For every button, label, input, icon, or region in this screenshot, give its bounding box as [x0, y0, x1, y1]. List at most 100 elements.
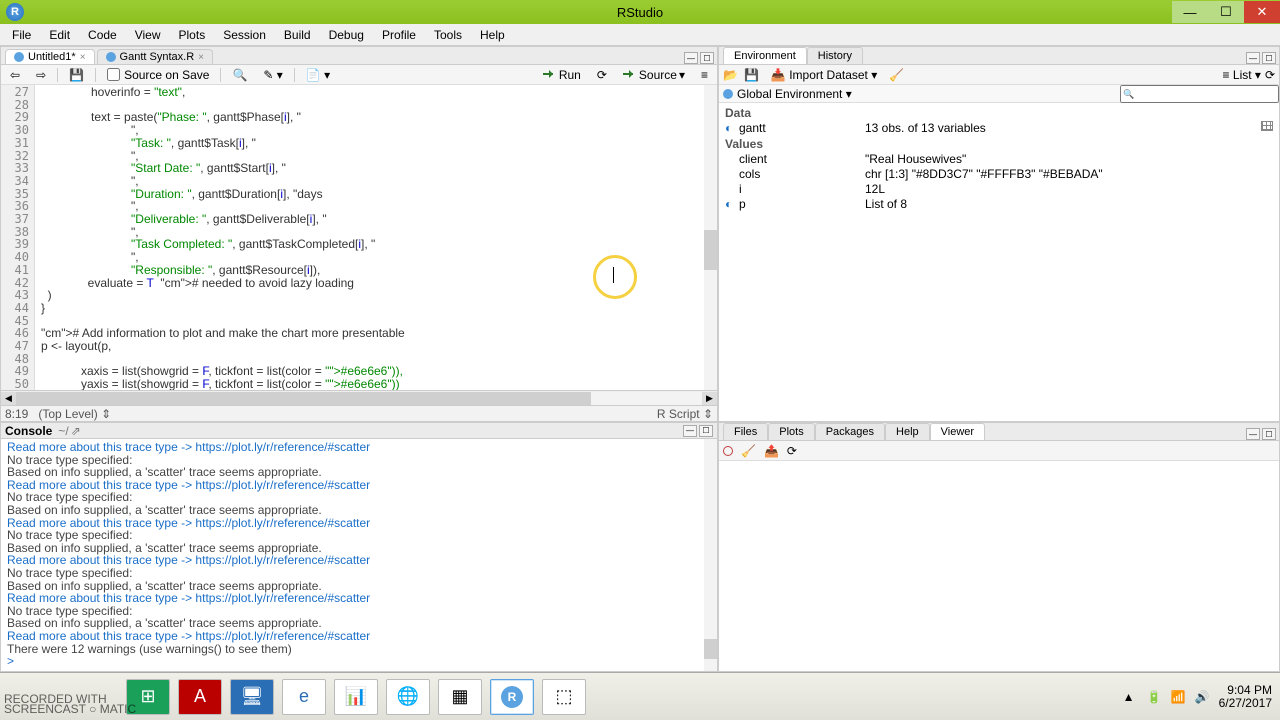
load-workspace-button[interactable]: 📂	[723, 68, 738, 82]
grid-icon[interactable]	[1261, 121, 1273, 131]
menu-view[interactable]: View	[127, 26, 169, 44]
taskbar-app-9[interactable]: ⬚	[542, 679, 586, 715]
find-button[interactable]: 🔍	[227, 66, 252, 84]
pane-maximize-button[interactable]: ☐	[1262, 52, 1276, 64]
menu-code[interactable]: Code	[80, 26, 125, 44]
refresh-viewer-button[interactable]: ⟳	[787, 444, 797, 458]
export-viewer-button[interactable]: 📤	[764, 444, 779, 458]
editor-vscrollbar[interactable]	[704, 85, 717, 390]
hscroll-left-button[interactable]: ◀	[1, 392, 16, 405]
pane-minimize-button[interactable]: —	[1246, 428, 1260, 440]
env-row[interactable]: ◐pList of 8	[721, 197, 1277, 212]
close-icon[interactable]: ×	[198, 52, 204, 63]
taskbar-app-3[interactable]: 🖥	[230, 679, 274, 715]
clear-viewer-button[interactable]: 🧹	[741, 444, 756, 458]
code-tools-button[interactable]: ✎ ▾	[258, 66, 287, 84]
menu-plots[interactable]: Plots	[171, 26, 214, 44]
nav-back-button[interactable]: ⇦	[5, 66, 25, 84]
console-path-popout[interactable]: ⇗	[71, 424, 81, 438]
file-type-indicator[interactable]: R Script ⇕	[657, 407, 713, 421]
rerun-button[interactable]: ⟳	[592, 66, 612, 84]
run-arrow-icon	[543, 70, 557, 80]
run-button[interactable]: Run	[538, 66, 586, 84]
menu-file[interactable]: File	[4, 26, 39, 44]
taskbar-ie-icon[interactable]: e	[282, 679, 326, 715]
editor-statusbar: 8:19 (Top Level) ⇕ R Script ⇕	[1, 405, 717, 421]
code-body[interactable]: hoverinfo = "text", text = paste("Phase:…	[35, 85, 717, 390]
window-minimize-button[interactable]: —	[1172, 1, 1208, 23]
view-mode-toggle[interactable]: ≡ List ▾	[1223, 68, 1261, 82]
outline-button[interactable]: ≡	[696, 66, 713, 84]
viewer-tab-plots[interactable]: Plots	[768, 423, 814, 440]
recording-watermark: RECORDED WITH SCREENCAST ○ MATIC	[4, 694, 136, 714]
scope-indicator[interactable]: (Top Level) ⇕	[38, 407, 111, 421]
editor-hscrollbar[interactable]: ◀ ▶	[1, 390, 717, 405]
pane-maximize-button[interactable]: ☐	[699, 425, 713, 437]
env-search-input[interactable]	[1120, 85, 1279, 103]
taskbar-app-5[interactable]: 📊	[334, 679, 378, 715]
menu-edit[interactable]: Edit	[41, 26, 78, 44]
nav-forward-button[interactable]: ⇨	[31, 66, 51, 84]
env-row[interactable]: client"Real Housewives"	[721, 152, 1277, 167]
env-row[interactable]: ◐gantt13 obs. of 13 variables	[721, 121, 1277, 136]
menu-debug[interactable]: Debug	[321, 26, 372, 44]
viewer-pane: FilesPlotsPackagesHelpViewer — ☐ 🧹 📤 ⟳	[718, 422, 1280, 672]
env-tab-history[interactable]: History	[807, 47, 863, 64]
code-editor[interactable]: 27 28 29 30 31 32 33 34 35 36 37 38 39 4…	[1, 85, 717, 390]
menu-build[interactable]: Build	[276, 26, 319, 44]
clear-workspace-button[interactable]: 🧹	[889, 68, 904, 82]
tray-network-icon[interactable]: 📶	[1171, 690, 1185, 704]
editor-toolbar: ⇦ ⇨ 💾 Source on Save 🔍 ✎ ▾ 📄 ▾ Run ⟳ Sou…	[1, 65, 717, 85]
text-caret-icon	[613, 267, 614, 283]
menu-session[interactable]: Session	[215, 26, 274, 44]
viewer-tab-help[interactable]: Help	[885, 423, 930, 440]
taskbar-app-7[interactable]: ▦	[438, 679, 482, 715]
editor-tab[interactable]: Gantt Syntax.R ×	[97, 49, 213, 64]
tray-battery-icon[interactable]: 🔋	[1147, 690, 1161, 704]
refresh-button[interactable]: ⟳	[1265, 68, 1275, 82]
env-listing: Data◐gantt13 obs. of 13 variablesValuesc…	[719, 103, 1279, 421]
window-close-button[interactable]: ✕	[1244, 1, 1280, 23]
tray-volume-icon[interactable]: 🔊	[1195, 690, 1209, 704]
line-gutter: 27 28 29 30 31 32 33 34 35 36 37 38 39 4…	[1, 85, 35, 390]
hscroll-right-button[interactable]: ▶	[702, 392, 717, 405]
system-tray: ▲ 🔋 📶 🔊 9:04 PM 6/27/2017	[1123, 684, 1272, 710]
tray-up-icon[interactable]: ▲	[1123, 690, 1137, 704]
pane-minimize-button[interactable]: —	[1246, 52, 1260, 64]
viewer-tab-viewer[interactable]: Viewer	[930, 423, 985, 440]
taskbar-rstudio-icon[interactable]: R	[490, 679, 534, 715]
env-scope-selector[interactable]: Global Environment ▾	[737, 87, 852, 101]
menu-help[interactable]: Help	[472, 26, 513, 44]
pane-minimize-button[interactable]: —	[684, 52, 698, 64]
viewer-tab-files[interactable]: Files	[723, 423, 768, 440]
env-row[interactable]: colschr [1:3] "#8DD3C7" "#FFFFB3" "#BEBA…	[721, 167, 1277, 182]
cursor-position: 8:19	[5, 407, 28, 421]
menu-tools[interactable]: Tools	[426, 26, 470, 44]
taskbar-adobe-icon[interactable]: A	[178, 679, 222, 715]
globe-icon	[723, 89, 733, 99]
console-body[interactable]: Read more about this trace type -> https…	[1, 439, 717, 671]
import-dataset-button[interactable]: 📥 Import Dataset ▾	[771, 68, 877, 82]
env-row[interactable]: i12L	[721, 182, 1277, 197]
compile-report-button[interactable]: 📄 ▾	[301, 66, 335, 84]
source-on-save-checkbox[interactable]: Source on Save	[102, 66, 214, 84]
taskbar-chrome-icon[interactable]: 🌐	[386, 679, 430, 715]
pane-maximize-button[interactable]: ☐	[700, 52, 714, 64]
stop-icon[interactable]	[723, 446, 733, 456]
pane-minimize-button[interactable]: —	[683, 425, 697, 437]
viewer-tab-packages[interactable]: Packages	[815, 423, 885, 440]
r-file-icon	[14, 52, 24, 62]
source-button[interactable]: Source ▾	[618, 66, 690, 84]
close-icon[interactable]: ×	[80, 52, 86, 63]
console-vscrollbar[interactable]	[704, 439, 717, 671]
env-tab-environment[interactable]: Environment	[723, 47, 807, 64]
save-workspace-button[interactable]: 💾	[744, 68, 759, 82]
editor-tab[interactable]: Untitled1* ×	[5, 49, 95, 64]
viewer-body	[719, 461, 1279, 671]
pane-maximize-button[interactable]: ☐	[1262, 428, 1276, 440]
menu-profile[interactable]: Profile	[374, 26, 424, 44]
save-button[interactable]: 💾	[64, 66, 89, 84]
console-header: Console ~/ ⇗ — ☐	[1, 423, 717, 439]
window-maximize-button[interactable]: ☐	[1208, 1, 1244, 23]
tray-clock[interactable]: 9:04 PM 6/27/2017	[1219, 684, 1272, 710]
